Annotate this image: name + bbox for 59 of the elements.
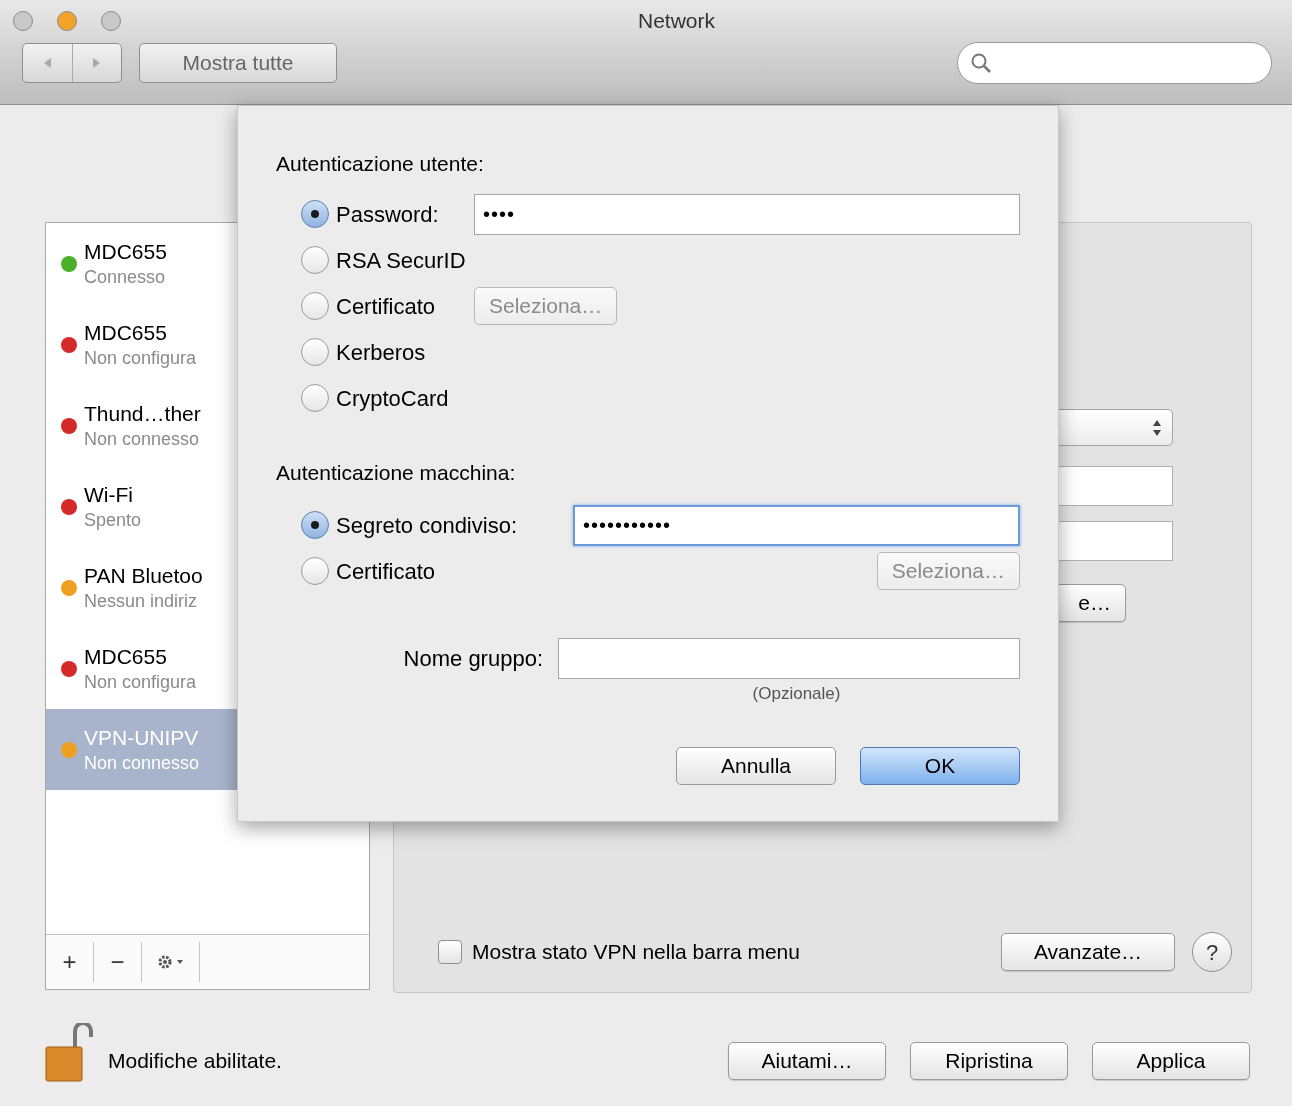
group-name-field[interactable]	[558, 638, 1020, 679]
service-name: VPN-UNIPV	[84, 724, 200, 751]
option-label: Kerberos	[336, 338, 426, 367]
service-status: Non configura	[84, 670, 197, 694]
dialog-button[interactable]: Annulla	[676, 746, 836, 785]
search-field[interactable]	[957, 42, 1272, 84]
back-icon[interactable]	[42, 57, 53, 69]
service-name: MDC655	[84, 238, 167, 265]
service-status: Non connesso	[84, 427, 201, 451]
section-title: Autenticazione utente:	[276, 151, 485, 177]
optional-hint: (Opzionale)	[752, 683, 841, 705]
password-value: ••••	[483, 202, 515, 227]
service-status: Spento	[84, 508, 142, 532]
list-tool-button[interactable]: +	[46, 942, 94, 982]
lock-status-text: Modifiche abilitate.	[108, 1048, 282, 1075]
password-field[interactable]: •••••••••••	[573, 504, 1020, 546]
search-icon	[970, 52, 992, 74]
service-status: Connesso	[84, 265, 167, 289]
service-name: MDC655	[84, 643, 168, 670]
dialog-button[interactable]: OK	[860, 746, 1020, 785]
radio-button[interactable]	[301, 511, 329, 539]
password-field[interactable]: ••••	[474, 193, 1020, 235]
show-all-button[interactable]: Mostra tutte	[139, 43, 337, 83]
checkbox-label: Mostra stato VPN nella barra menu	[472, 939, 800, 966]
service-name: MDC655	[84, 319, 168, 346]
window-control-icon[interactable]	[57, 11, 77, 31]
advanced-button[interactable]: Avanzate…	[1001, 933, 1175, 971]
window-title: Network	[638, 8, 715, 35]
group-label: Nome gruppo:	[402, 645, 544, 673]
service-name: Thund…ther	[84, 400, 201, 427]
footer-button[interactable]: Applica	[1092, 1042, 1250, 1080]
window-control-icon[interactable]	[13, 11, 33, 31]
navigation-buttons[interactable]	[22, 43, 122, 83]
radio-button[interactable]	[301, 338, 329, 366]
option-label: Password:	[336, 200, 440, 229]
radio-button[interactable]	[301, 246, 329, 274]
option-label: Certificato	[336, 292, 436, 321]
list-tool-button[interactable]: −	[94, 942, 142, 982]
radio-button[interactable]	[301, 200, 329, 228]
checkbox[interactable]	[438, 940, 462, 964]
footer-button[interactable]: Ripristina	[910, 1042, 1068, 1080]
option-label: RSA SecurID	[336, 246, 466, 275]
service-name: Wi-Fi	[84, 481, 134, 508]
password-value: •••••••••••	[583, 513, 672, 538]
service-status: Non connesso	[84, 751, 200, 775]
forward-icon[interactable]	[91, 57, 102, 69]
updown-arrows-icon	[1152, 418, 1162, 437]
window-control-icon[interactable]	[101, 11, 121, 31]
option-label: Segreto condiviso:	[336, 511, 518, 540]
footer-button[interactable]: Aiutami…	[728, 1042, 886, 1080]
radio-button[interactable]	[301, 384, 329, 412]
service-name: PAN Bluetoo	[84, 562, 203, 589]
help-button[interactable]: ?	[1192, 932, 1232, 972]
service-status: Nessun indiriz	[84, 589, 199, 613]
option-label: Certificato	[336, 557, 436, 586]
service-status: Non configura	[84, 346, 197, 370]
unlocked-padlock-icon[interactable]	[45, 1023, 95, 1083]
option-label: CryptoCard	[336, 384, 449, 413]
section-title: Autenticazione macchina:	[276, 460, 517, 486]
